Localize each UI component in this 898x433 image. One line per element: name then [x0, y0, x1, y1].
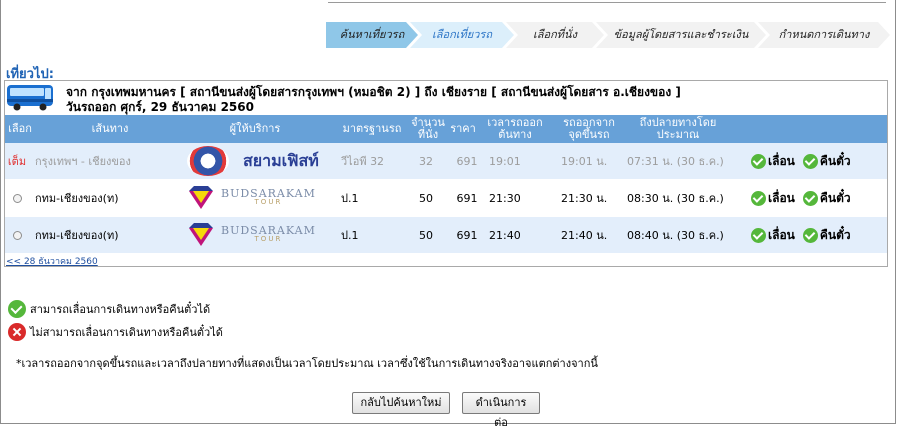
- full-label: เต็ม: [7, 155, 27, 168]
- route-cell: กทม-เชียงของ(ท): [35, 229, 119, 242]
- header-route: เส้นทาง: [91, 122, 129, 135]
- change-trip-indicator: เลื่อน: [751, 189, 795, 208]
- arrive-cell: 08:30 น. (30 ธ.ค.): [627, 192, 724, 205]
- operator-logo-budsarakam: BUDSARAKAM TOUR: [187, 180, 327, 216]
- header-arrive: ถึงปลายทางโดยประมาณ: [639, 116, 717, 141]
- actions-cell: เลื่อน คืนตั๋ว: [751, 180, 881, 216]
- price-cell: 691: [456, 228, 478, 242]
- route-cell: กรุงเทพฯ - เชียงของ: [35, 155, 131, 168]
- seats-cell: 32: [419, 154, 433, 168]
- step-select-seat: เลือกที่นั่ง: [506, 22, 604, 48]
- standard-cell: วีไอพี 32: [341, 155, 385, 168]
- header-price: ราคา: [450, 122, 476, 135]
- arrive-cell: 07:31 น. (30 ธ.ค.): [627, 155, 724, 168]
- arrive-cell: 08:40 น. (30 ธ.ค.): [627, 229, 724, 242]
- table-row: กทม-เชียงของ(ท) BUDSARAKAM TOUR ป.1 50 6…: [5, 217, 887, 253]
- depart-cell: 21:40: [489, 228, 521, 242]
- back-to-search-button[interactable]: กลับไปค้นหาใหม่: [352, 392, 450, 414]
- seats-cell: 50: [419, 228, 433, 242]
- check-icon: [8, 300, 26, 318]
- actions-cell: เลื่อน คืนตั๋ว: [751, 217, 881, 253]
- seats-cell: 50: [419, 191, 433, 205]
- standard-cell: ป.1: [341, 192, 359, 205]
- legend-cannot: ไม่สามารถเลื่อนการเดินทางหรือคืนตั๋วได้: [8, 323, 223, 341]
- price-cell: 691: [456, 154, 478, 168]
- operator-name: BUDSARAKAM: [221, 224, 316, 237]
- header-operator: ผู้ให้บริการ: [229, 122, 281, 135]
- table-bottom-divider: [5, 266, 887, 267]
- price-cell: 691: [456, 191, 478, 205]
- change-trip-indicator: เลื่อน: [751, 152, 795, 171]
- operator-sub: TOUR: [254, 235, 283, 243]
- check-icon: [802, 190, 818, 206]
- select-radio[interactable]: [12, 230, 22, 240]
- operator-name: BUDSARAKAM: [221, 187, 316, 200]
- operator-name: สยามเฟิสท์: [243, 150, 319, 170]
- route-cell: กทม-เชียงของ(ท): [35, 192, 119, 205]
- cross-icon: [8, 323, 26, 341]
- standard-cell: ป.1: [341, 229, 359, 242]
- check-icon: [751, 227, 766, 243]
- continue-button[interactable]: ดำเนินการต่อ: [462, 392, 540, 429]
- check-icon: [751, 153, 766, 169]
- change-trip-indicator: เลื่อน: [751, 226, 795, 245]
- table-row: เต็ม กรุงเทพฯ - เชียงของ สยามเฟิสท์ วีไอ…: [5, 143, 887, 179]
- step-search[interactable]: ค้นหาเที่ยวรถ: [326, 22, 418, 48]
- select-radio[interactable]: [12, 193, 22, 203]
- table-header: เลือก เส้นทาง ผู้ให้บริการ มาตรฐานรถ จำน…: [5, 115, 887, 143]
- header-seats: จำนวนที่นั่ง: [411, 116, 445, 141]
- change-label: เลื่อน: [768, 153, 795, 168]
- refund-label: คืนตั๋ว: [819, 190, 851, 205]
- header-depart: เวลารถออกต้นทาง: [487, 116, 543, 141]
- table-row: กทม-เชียงของ(ท) BUDSARAKAM TOUR ป.1 50 6…: [5, 180, 887, 216]
- header-standard: มาตรฐานรถ: [342, 122, 402, 135]
- operator-logo-budsarakam: BUDSARAKAM TOUR: [187, 217, 327, 253]
- step-passenger-payment: ข้อมูลผู้โดยสารและชำระเงิน: [596, 22, 766, 48]
- legend-can: สามารถเลื่อนการเดินทางหรือคืนตั๋วได้: [8, 300, 210, 318]
- change-label: เลื่อน: [768, 227, 795, 242]
- refund-label: คืนตั๋ว: [819, 153, 851, 168]
- refund-indicator: คืนตั๋ว: [802, 152, 851, 171]
- from-cell: 21:30 น.: [561, 192, 608, 205]
- refund-indicator: คืนตั๋ว: [802, 226, 851, 245]
- operator-sub: TOUR: [254, 198, 283, 206]
- bus-icon: [7, 85, 53, 111]
- step-itinerary: กำหนดการเดินทาง: [758, 22, 890, 48]
- operator-logo-siam: สยามเฟิสท์: [187, 143, 327, 179]
- header-from: รถออกจากจุดขึ้นรถ: [563, 116, 615, 141]
- actions-cell: เลื่อน คืนตั๋ว: [751, 143, 881, 179]
- step-select-trip[interactable]: เลือกเที่ยวรถ: [410, 22, 514, 48]
- check-icon: [802, 227, 818, 243]
- check-icon: [751, 190, 766, 206]
- depart-cell: 21:30: [489, 191, 521, 205]
- booking-steps: ค้นหาเที่ยวรถ เลือกเที่ยวรถ เลือกที่นั่ง…: [326, 22, 892, 48]
- from-cell: 19:01 น.: [561, 155, 608, 168]
- refund-indicator: คืนตั๋ว: [802, 189, 851, 208]
- time-disclaimer: *เวลารถออกจากจุดขึ้นรถและเวลาถึงปลายทางท…: [16, 357, 598, 370]
- siam-emblem-icon: [187, 146, 229, 176]
- legend-can-text: สามารถเลื่อนการเดินทางหรือคืนตั๋วได้: [30, 303, 211, 316]
- diamond-logo-icon: [189, 186, 213, 209]
- legend-cannot-text: ไม่สามารถเลื่อนการเดินทางหรือคืนตั๋วได้: [30, 326, 223, 339]
- depart-cell: 19:01: [489, 154, 521, 168]
- top-divider: [328, 2, 886, 3]
- refund-label: คืนตั๋ว: [819, 227, 851, 242]
- from-cell: 21:40 น.: [561, 229, 608, 242]
- diamond-logo-icon: [189, 223, 213, 246]
- check-icon: [802, 153, 818, 169]
- change-label: เลื่อน: [768, 190, 795, 205]
- header-select: เลือก: [8, 122, 32, 135]
